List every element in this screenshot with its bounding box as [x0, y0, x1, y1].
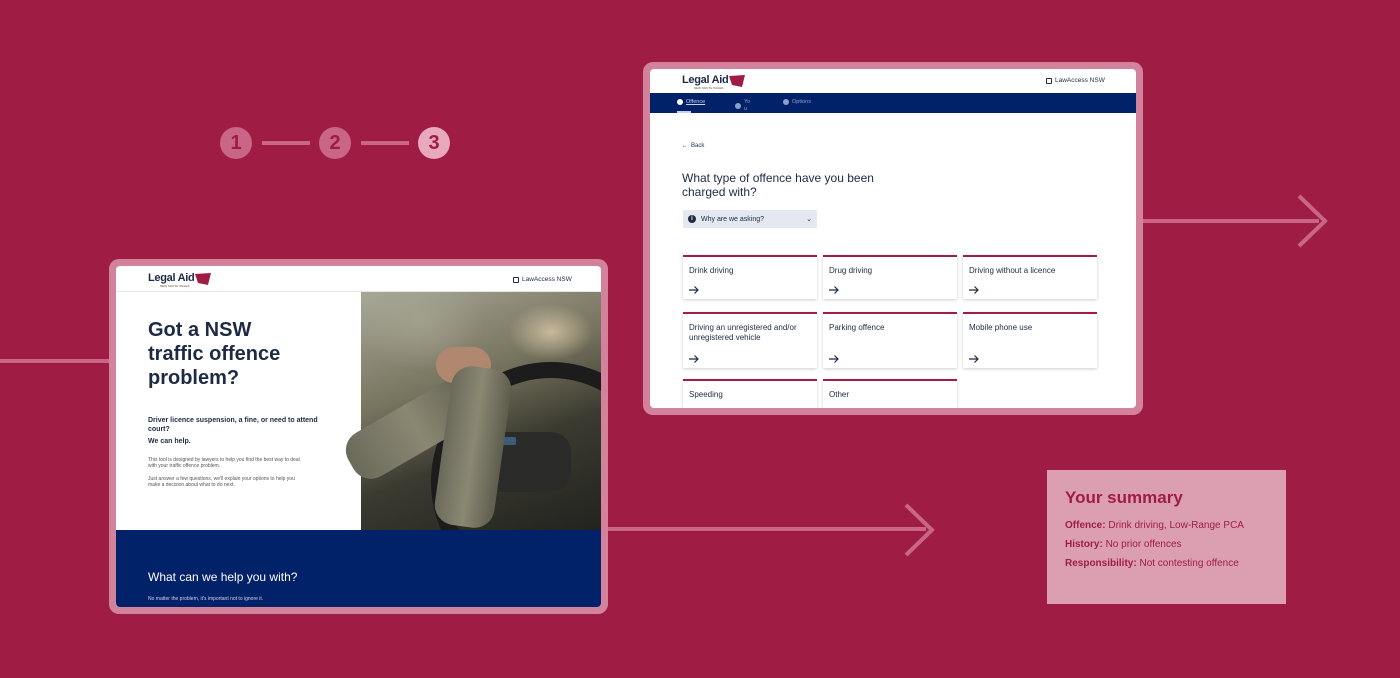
nav-step-offence[interactable]: Offence [677, 99, 705, 105]
driver-steering-wheel-photo [338, 292, 601, 602]
offence-card-mobile-phone[interactable]: Mobile phone use [963, 312, 1097, 368]
summary-key: Responsibility: [1065, 558, 1137, 569]
back-link[interactable]: ← Back [682, 143, 704, 149]
nav-step-label: Offence [686, 99, 706, 105]
logo-subtitle: NEW SOUTH WALES [694, 86, 724, 90]
summary-row-history: History: No prior offences [1065, 539, 1268, 551]
legal-aid-logo[interactable]: Legal Aid NEW SOUTH WALES [682, 74, 746, 90]
nav-active-indicator [677, 111, 691, 113]
summary-key: History: [1065, 539, 1103, 550]
offence-card-label: Speeding [689, 390, 723, 399]
step-3-indicator: 3 [418, 127, 450, 159]
progress-nav: Offence Yo u Options [650, 93, 1136, 113]
step-2-indicator: 2 [319, 127, 351, 159]
offence-screen: Legal Aid NEW SOUTH WALES LawAccess NSW … [650, 69, 1136, 408]
help-section-text: No matter the problem, it's important no… [148, 596, 264, 602]
nav-step-label: Options [792, 99, 811, 105]
nav-step-you[interactable]: Yo u [735, 99, 752, 113]
summary-row-responsibility: Responsibility: Not contesting offence [1065, 558, 1268, 570]
logo-flag-icon [729, 75, 746, 87]
back-label: Back [691, 143, 705, 149]
why-asking-label: Why are we asking? [701, 215, 765, 223]
offence-card-label: Drink driving [689, 266, 734, 275]
lawaccess-label: LawAccess NSW [522, 276, 572, 283]
external-link-icon [513, 276, 519, 283]
hero-description-1: This tool is designed by lawyers to help… [148, 457, 300, 469]
nav-step-label: Yo u [744, 99, 751, 112]
logo-flag-icon [195, 273, 212, 285]
arrow-right-icon [689, 281, 699, 299]
offence-card-drug-driving[interactable]: Drug driving [823, 255, 957, 299]
help-section-title: What can we help you with? [148, 570, 298, 584]
nav-step-dot [783, 99, 789, 105]
arrow-right-icon [829, 350, 839, 368]
offence-card-without-licence[interactable]: Driving without a licence [963, 255, 1097, 299]
offence-card-label: Other [829, 390, 850, 399]
summary-key: Offence: [1065, 520, 1106, 531]
offence-card-unregistered-vehicle[interactable]: Driving an unregistered and/or unregiste… [683, 312, 817, 368]
logo-subtitle: NEW SOUTH WALES [160, 284, 190, 288]
offence-card-label: Drug driving [829, 266, 873, 275]
offence-screen-frame: Legal Aid NEW SOUTH WALES LawAccess NSW … [643, 62, 1143, 415]
why-asking-toggle[interactable]: i Why are we asking? ⌄ [683, 210, 817, 228]
summary-value: Not contesting offence [1139, 558, 1239, 569]
summary-panel: Your summary Offence: Drink driving, Low… [1047, 470, 1286, 604]
summary-title: Your summary [1065, 488, 1183, 507]
nav-step-dot [735, 103, 741, 109]
arrow-left-icon: ← [682, 143, 688, 149]
offence-card-label: Mobile phone use [969, 323, 1033, 332]
step-1-indicator: 1 [220, 127, 252, 159]
hero-title: Got a NSW traffic offence problem? [148, 319, 281, 389]
offence-card-label: Parking offence [829, 323, 885, 332]
summary-value: No prior offences [1105, 539, 1182, 550]
external-link-icon [1046, 77, 1052, 84]
flow-arrow-middle-icon [904, 503, 935, 557]
summary-value: Drink driving, Low-Range PCA [1108, 520, 1244, 531]
offence-question: What type of offence have you been charg… [682, 171, 874, 199]
hero-description-2: Just answer a few questions, we'll expla… [148, 476, 295, 488]
offence-card-drink-driving[interactable]: Drink driving [683, 255, 817, 299]
logo-text: Legal Aid [148, 272, 195, 284]
offence-card-label: Driving an unregistered and/or unregiste… [689, 323, 797, 342]
chevron-down-icon: ⌄ [806, 216, 812, 223]
lawaccess-link[interactable]: LawAccess NSW [513, 276, 572, 283]
help-section: What can we help you with? No matter the… [116, 530, 601, 607]
step-connector [262, 141, 310, 145]
offence-card-label: Driving without a licence [969, 266, 1056, 275]
hero-subheading: Driver licence suspension, a fine, or ne… [148, 417, 318, 433]
info-icon: i [688, 215, 696, 223]
logo-text: Legal Aid [682, 74, 729, 86]
offence-card-parking[interactable]: Parking offence [823, 312, 957, 368]
step-3-number: 3 [428, 131, 440, 154]
flow-line-middle [608, 527, 926, 531]
arrow-right-icon [969, 350, 979, 368]
flow-line-left [0, 359, 110, 363]
nav-step-dot [677, 99, 683, 105]
step-2-number: 2 [329, 131, 341, 154]
flow-arrow-right-icon [1297, 194, 1328, 248]
arrow-right-icon [689, 350, 699, 368]
we-can-help-text: We can help. [148, 438, 191, 445]
offence-card-other[interactable]: Other [823, 379, 957, 408]
landing-screen-frame: Legal Aid NEW SOUTH WALES LawAccess NSW … [109, 259, 608, 614]
lawaccess-link[interactable]: LawAccess NSW [1046, 77, 1105, 84]
offence-card-speeding[interactable]: Speeding [683, 379, 817, 408]
legal-aid-logo[interactable]: Legal Aid NEW SOUTH WALES [148, 272, 212, 288]
lawaccess-label: LawAccess NSW [1055, 77, 1105, 84]
step-connector [361, 141, 409, 145]
arrow-right-icon [829, 281, 839, 299]
nav-step-options[interactable]: Options [783, 99, 811, 105]
arrow-right-icon [969, 281, 979, 299]
summary-row-offence: Offence: Drink driving, Low-Range PCA [1065, 520, 1268, 532]
step-1-number: 1 [230, 131, 242, 154]
landing-screen: Legal Aid NEW SOUTH WALES LawAccess NSW … [116, 266, 601, 607]
